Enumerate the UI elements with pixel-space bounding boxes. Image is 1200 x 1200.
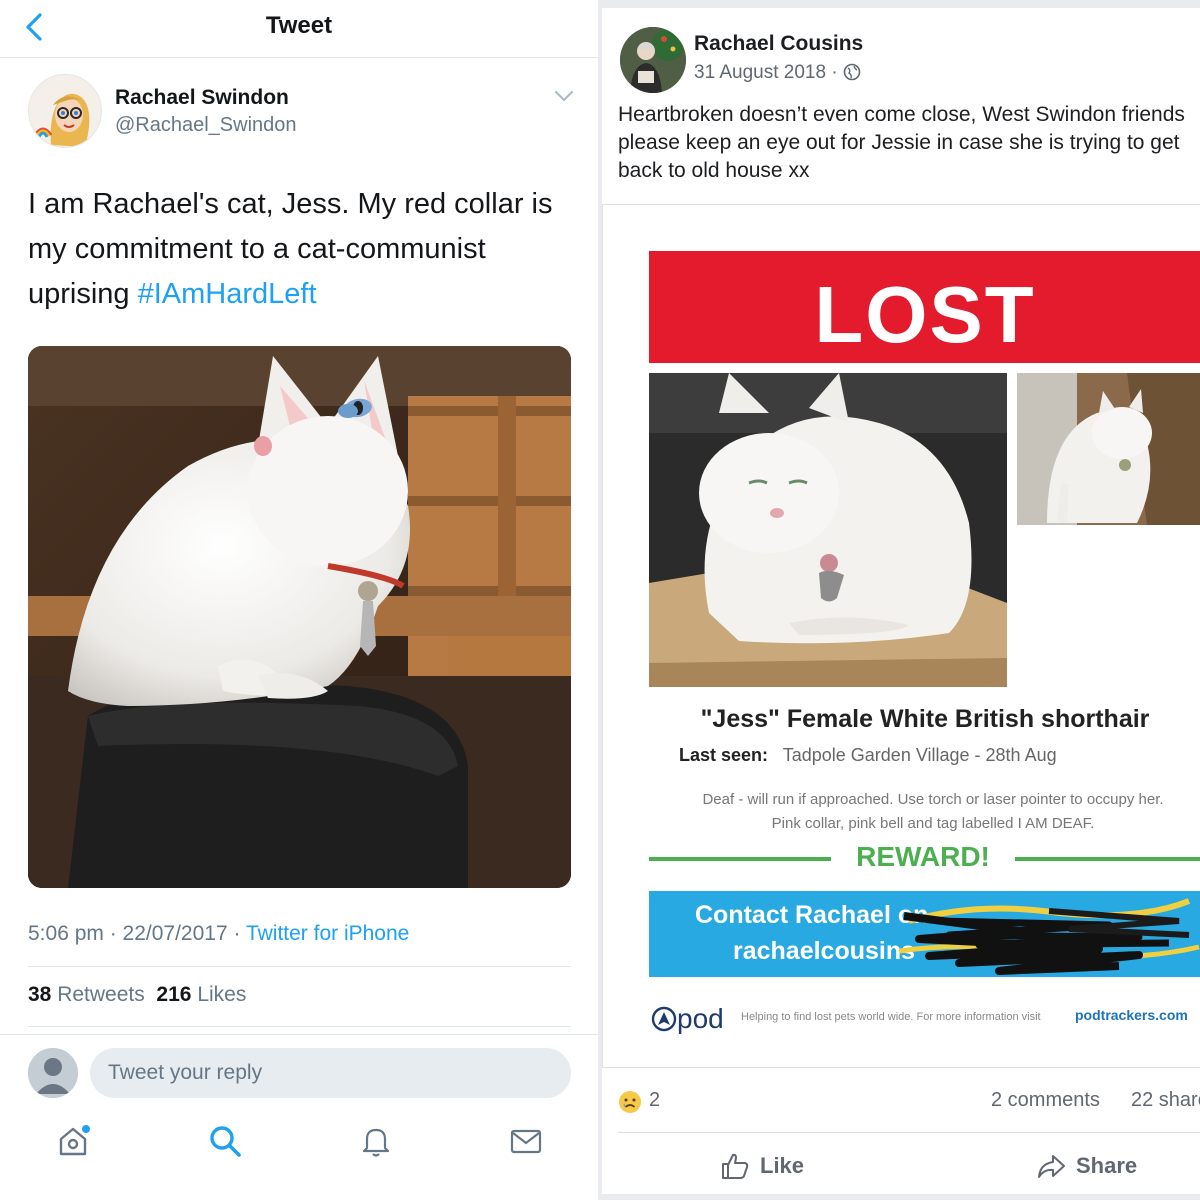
white-cat-photo: [28, 346, 571, 888]
contact-line2: rachaelcousins: [733, 937, 916, 965]
divider: [602, 1194, 1200, 1200]
globe-icon: [843, 63, 861, 81]
retweets-label[interactable]: Retweets: [57, 983, 145, 1006]
share-arrow-icon: [1038, 1155, 1065, 1178]
thumbs-up-icon: [722, 1153, 749, 1179]
like-button[interactable]: Like: [720, 1146, 804, 1186]
divider: [602, 0, 1200, 8]
author-name[interactable]: Rachael Cousins: [694, 32, 863, 56]
like-label: Like: [760, 1153, 805, 1178]
divider: [618, 1132, 1200, 1133]
poster-note-line2: Pink collar, pink bell and tag labelled …: [771, 815, 1095, 832]
profile-photo: [620, 27, 686, 93]
search-icon[interactable]: [208, 1124, 242, 1158]
pod-url[interactable]: podtrackers.com: [1075, 1007, 1188, 1023]
pod-logo: pod: [651, 1003, 724, 1035]
likes-label[interactable]: Likes: [197, 983, 246, 1006]
tweet-stats: 38 Retweets 216 Likes: [28, 983, 246, 1007]
hashtag-link[interactable]: #IAmHardLeft: [138, 278, 317, 310]
last-seen-value: Tadpole Garden Village - 28th Aug: [782, 745, 1057, 765]
poster-main-photo: [649, 373, 1007, 687]
divider: [28, 1026, 571, 1027]
redaction-scribble: [899, 898, 1200, 975]
twitter-tweet-panel: Tweet Rachael Swindon @Rachael_Swindon I…: [0, 0, 598, 1200]
last-seen-label: Last seen:: [679, 745, 769, 765]
author-handle[interactable]: @Rachael_Swindon: [115, 114, 297, 137]
tweet-text: I am Rachael's cat, Jess. My red collar …: [28, 182, 578, 317]
post-date[interactable]: 31 August 2018 ·: [694, 62, 861, 84]
messages-envelope-icon[interactable]: [509, 1124, 543, 1158]
chevron-down-icon[interactable]: [553, 88, 575, 104]
notifications-bell-icon[interactable]: [359, 1124, 393, 1158]
post-date-text[interactable]: 31 August 2018 ·: [694, 62, 843, 83]
lost-cat-poster[interactable]: LOST "Jess" Female White British shortha…: [602, 204, 1200, 1068]
retweets-count[interactable]: 38: [28, 983, 51, 1006]
white-cat-photo: [649, 373, 1007, 687]
sad-reaction-icon[interactable]: [618, 1090, 642, 1114]
author-avatar[interactable]: [28, 74, 102, 148]
likes-count[interactable]: 216: [156, 983, 191, 1006]
author-name[interactable]: Rachael Swindon: [115, 86, 289, 110]
reaction-count[interactable]: 2: [649, 1089, 660, 1112]
reply-input[interactable]: [90, 1048, 571, 1098]
user-avatar[interactable]: [28, 1048, 78, 1098]
reward-divider-right: [1015, 857, 1200, 861]
reward-text: REWARD!: [856, 841, 990, 872]
pod-tagline: Helping to find lost pets world wide. Fo…: [741, 1011, 1041, 1023]
pod-brand: pod: [677, 1003, 724, 1034]
post-text: Heartbroken doesn’t even come close, Wes…: [618, 103, 1185, 182]
cartoon-avatar-icon: [29, 75, 101, 147]
share-label: Share: [1076, 1153, 1138, 1178]
home-icon[interactable]: [56, 1124, 90, 1158]
default-user-icon: [28, 1048, 78, 1098]
tweet-time: 5:06 pm · 22/07/2017 ·: [28, 922, 246, 945]
tweet-source-link[interactable]: Twitter for iPhone: [246, 922, 409, 945]
reward-divider-left: [649, 857, 831, 861]
shares-count[interactable]: 22 shares: [1131, 1089, 1200, 1112]
page-title: Tweet: [265, 12, 333, 39]
contact-line1: Contact Rachael on: [695, 901, 929, 929]
last-seen: Last seen: Tadpole Garden Village - 28th…: [679, 745, 1057, 766]
facebook-post-panel: Rachael Cousins 31 August 2018 · Heartbr…: [602, 0, 1200, 1200]
tweet-timestamp: 5:06 pm · 22/07/2017 · Twitter for iPhon…: [28, 922, 409, 946]
white-cat-photo: [1017, 373, 1200, 525]
lost-banner: LOST: [649, 251, 1200, 363]
contact-box: Contact Rachael on rachaelcousins: [649, 891, 1200, 977]
comments-count[interactable]: 2 comments: [991, 1089, 1100, 1112]
author-avatar[interactable]: [620, 27, 686, 93]
tweet-photo[interactable]: [28, 346, 571, 888]
pod-location-icon: [651, 1006, 677, 1032]
lost-banner-text: LOST: [814, 270, 1036, 359]
poster-heading: "Jess" Female White British shorthair: [700, 705, 1150, 733]
tweet-header: Tweet: [0, 0, 598, 58]
share-button[interactable]: Share: [1036, 1146, 1137, 1186]
poster-note-line1: Deaf - will run if approached. Use torch…: [702, 791, 1164, 808]
poster-second-photo: [1017, 373, 1200, 525]
poster-note: Deaf - will run if approached. Use torch…: [633, 788, 1200, 836]
divider: [28, 966, 571, 967]
